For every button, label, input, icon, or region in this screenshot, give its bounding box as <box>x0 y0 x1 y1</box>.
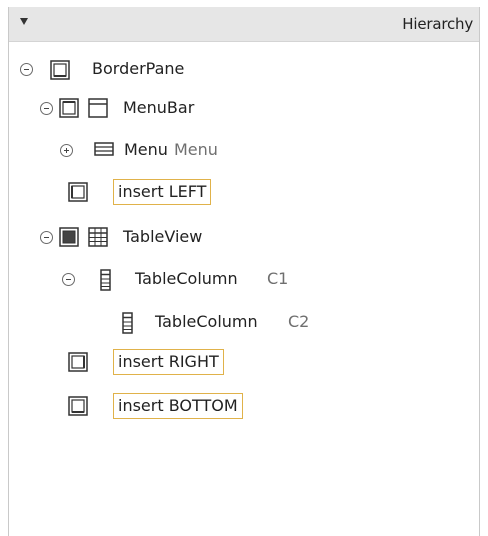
tree-item-label: TableColumn <box>135 269 238 288</box>
tree-item-text: C2 <box>288 312 310 331</box>
expand-toggle-icon[interactable] <box>60 144 73 157</box>
tree-item-insert-right[interactable]: insert RIGHT <box>68 349 288 379</box>
tree-item-label: BorderPane <box>92 59 185 78</box>
insert-bottom-target[interactable]: insert BOTTOM <box>113 393 243 419</box>
tree-item-menu[interactable]: Menu Menu <box>60 137 280 167</box>
right-region-icon <box>68 352 88 372</box>
collapse-toggle-icon[interactable] <box>62 273 75 286</box>
panel-title: Hierarchy <box>402 15 473 33</box>
collapse-toggle-icon[interactable] <box>40 231 53 244</box>
top-region-icon <box>59 98 79 118</box>
borderpane-icon <box>50 60 70 80</box>
collapse-toggle-icon[interactable] <box>40 102 53 115</box>
menu-icon <box>94 142 114 156</box>
tableview-icon <box>88 227 108 247</box>
center-region-icon <box>59 227 79 247</box>
tree-item-text: C1 <box>267 269 289 288</box>
triangle-down-icon[interactable] <box>20 18 28 25</box>
tree-item-label: Menu <box>124 140 168 159</box>
tablecolumn-icon <box>100 269 111 291</box>
tree-item-label: MenuBar <box>123 98 195 117</box>
tree-item-menubar[interactable]: MenuBar <box>40 95 300 125</box>
tree-item-tablecolumn-c1[interactable]: TableColumn C1 <box>62 266 322 296</box>
panel-header[interactable]: Hierarchy <box>9 7 479 42</box>
insert-left-target[interactable]: insert LEFT <box>113 179 212 205</box>
menubar-icon <box>88 98 108 118</box>
insert-right-target[interactable]: insert RIGHT <box>113 349 224 375</box>
tree-item-borderpane[interactable]: BorderPane <box>20 56 320 86</box>
bottom-region-icon <box>68 396 88 416</box>
tree-item-tablecolumn-c2[interactable]: TableColumn C2 <box>122 309 362 339</box>
tree-item-insert-bottom[interactable]: insert BOTTOM <box>68 393 308 423</box>
tree-item-label: TableView <box>123 227 203 246</box>
tree-item-tableview[interactable]: TableView <box>40 224 300 254</box>
tree-item-text: Menu <box>174 140 218 159</box>
collapse-toggle-icon[interactable] <box>20 63 33 76</box>
left-region-icon <box>68 182 88 202</box>
tree-item-insert-left[interactable]: insert LEFT <box>68 179 268 209</box>
tablecolumn-icon <box>122 312 133 334</box>
tree-item-label: TableColumn <box>155 312 258 331</box>
